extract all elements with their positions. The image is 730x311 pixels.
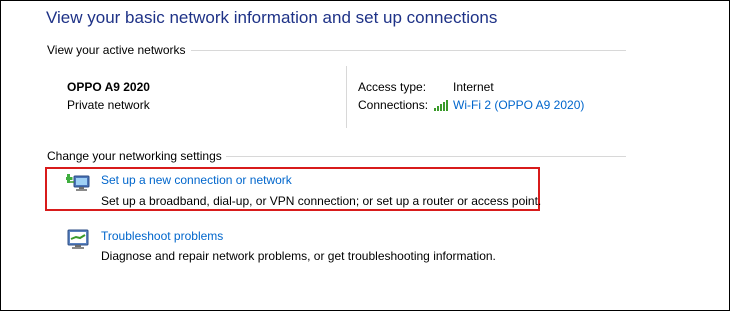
setup-connection-description: Set up a broadband, dial-up, or VPN conn… bbox=[101, 194, 542, 208]
section-divider bbox=[226, 156, 626, 157]
setup-connection-link[interactable]: Set up a new connection or network bbox=[101, 173, 292, 187]
connections-label: Connections: bbox=[358, 98, 429, 112]
troubleshoot-icon bbox=[67, 229, 89, 249]
new-connection-icon bbox=[66, 174, 90, 191]
section-header-networking-settings: Change your networking settings bbox=[47, 149, 222, 163]
access-type-value: Internet bbox=[453, 80, 494, 94]
connection-link-label[interactable]: Wi-Fi 2 (OPPO A9 2020) bbox=[453, 98, 584, 112]
network-name: OPPO A9 2020 bbox=[67, 80, 150, 94]
troubleshoot-link[interactable]: Troubleshoot problems bbox=[101, 229, 223, 243]
troubleshoot-description: Diagnose and repair network problems, or… bbox=[101, 249, 496, 263]
page-title: View your basic network information and … bbox=[46, 8, 498, 27]
section-header-active-networks: View your active networks bbox=[47, 43, 186, 57]
connection-link[interactable]: Wi-Fi 2 (OPPO A9 2020) bbox=[434, 98, 584, 112]
network-type: Private network bbox=[67, 98, 150, 112]
vertical-divider bbox=[346, 66, 347, 128]
section-divider bbox=[191, 50, 626, 51]
access-type-label: Access type: bbox=[358, 80, 427, 94]
wifi-signal-icon bbox=[434, 99, 448, 111]
